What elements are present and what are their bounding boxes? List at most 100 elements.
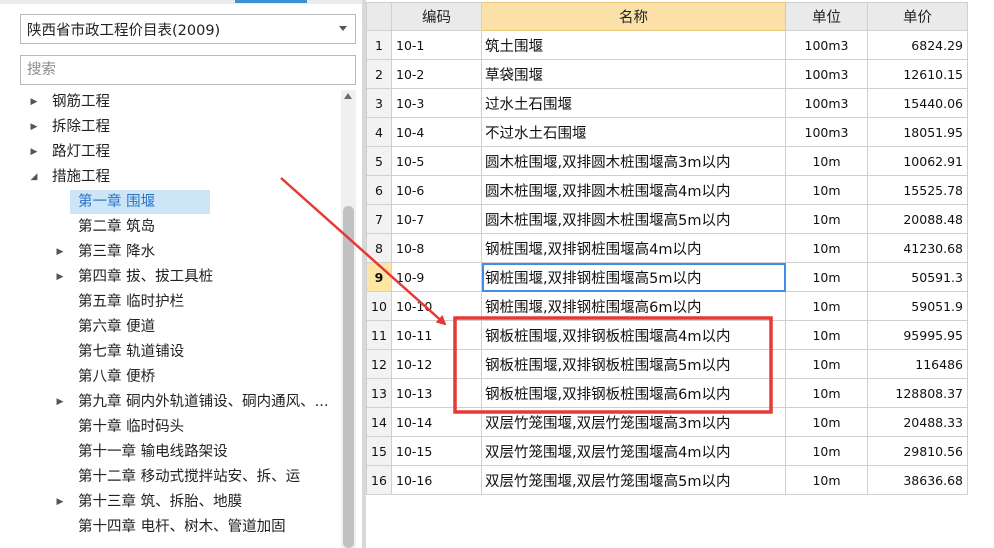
- code-cell[interactable]: 10-1: [391, 30, 482, 60]
- price-cell[interactable]: 95995.95: [867, 320, 968, 350]
- name-cell[interactable]: 钢桩围堰,双排钢桩围堰高4m以内: [481, 233, 786, 263]
- tree-item[interactable]: ▶ 拆除工程: [20, 115, 340, 139]
- header-unit[interactable]: 单位: [785, 2, 868, 31]
- code-cell[interactable]: 10-4: [391, 117, 482, 147]
- code-cell[interactable]: 10-14: [391, 407, 482, 437]
- unit-cell[interactable]: 10m: [785, 436, 868, 466]
- chevron-down-icon[interactable]: [339, 26, 347, 31]
- row-number-cell[interactable]: 9: [366, 262, 392, 292]
- unit-cell[interactable]: 10m: [785, 291, 868, 321]
- tree-item[interactable]: ◢ 措施工程: [20, 165, 340, 189]
- code-cell[interactable]: 10-9: [391, 262, 482, 292]
- table-row[interactable]: 9 10-9 钢桩围堰,双排钢桩围堰高5m以内 10m 50591.3: [366, 262, 968, 292]
- tree-item[interactable]: 第五章 临时护栏: [20, 290, 340, 314]
- table-row[interactable]: 10 10-10 钢桩围堰,双排钢桩围堰高6m以内 10m 59051.9: [366, 291, 968, 321]
- header-code[interactable]: 编码: [391, 2, 482, 31]
- table-row[interactable]: 15 10-15 双层竹笼围堰,双层竹笼围堰高4m以内 10m 29810.56: [366, 436, 968, 466]
- table-row[interactable]: 3 10-3 过水土石围堰 100m3 15440.06: [366, 88, 968, 118]
- code-cell[interactable]: 10-6: [391, 175, 482, 205]
- row-number-cell[interactable]: 11: [366, 320, 392, 350]
- unit-cell[interactable]: 10m: [785, 175, 868, 205]
- row-number-cell[interactable]: 4: [366, 117, 392, 147]
- name-cell[interactable]: 过水土石围堰: [481, 88, 786, 118]
- code-cell[interactable]: 10-5: [391, 146, 482, 176]
- name-cell[interactable]: 圆木桩围堰,双排圆木桩围堰高4m以内: [481, 175, 786, 205]
- row-number-cell[interactable]: 1: [366, 30, 392, 60]
- table-row[interactable]: 13 10-13 钢板桩围堰,双排钢板桩围堰高6m以内 10m 128808.37: [366, 378, 968, 408]
- table-row[interactable]: 8 10-8 钢桩围堰,双排钢桩围堰高4m以内 10m 41230.68: [366, 233, 968, 263]
- tree-item[interactable]: 第八章 便桥: [20, 365, 340, 389]
- name-cell[interactable]: 钢板桩围堰,双排钢板桩围堰高6m以内: [481, 378, 786, 408]
- price-cell[interactable]: 38636.68: [867, 465, 968, 495]
- tree-item[interactable]: 第一章 围堰: [70, 190, 210, 214]
- price-cell[interactable]: 12610.15: [867, 59, 968, 89]
- table-row[interactable]: 7 10-7 圆木桩围堰,双排圆木桩围堰高5m以内 10m 20088.48: [366, 204, 968, 234]
- code-cell[interactable]: 10-8: [391, 233, 482, 263]
- price-cell[interactable]: 128808.37: [867, 378, 968, 408]
- tree-item[interactable]: ▶ 第十三章 筑、拆胎、地膜: [20, 490, 340, 514]
- unit-cell[interactable]: 100m3: [785, 117, 868, 147]
- unit-cell[interactable]: 100m3: [785, 59, 868, 89]
- price-cell[interactable]: 116486: [867, 349, 968, 379]
- price-cell[interactable]: 20488.33: [867, 407, 968, 437]
- code-cell[interactable]: 10-10: [391, 291, 482, 321]
- row-number-cell[interactable]: 12: [366, 349, 392, 379]
- row-number-cell[interactable]: 16: [366, 465, 392, 495]
- price-cell[interactable]: 15525.78: [867, 175, 968, 205]
- unit-cell[interactable]: 10m: [785, 407, 868, 437]
- code-cell[interactable]: 10-13: [391, 378, 482, 408]
- tree-collapse-icon[interactable]: ◢: [28, 165, 40, 189]
- price-cell[interactable]: 50591.3: [867, 262, 968, 292]
- row-number-cell[interactable]: 5: [366, 146, 392, 176]
- scrollbar-thumb[interactable]: [343, 206, 354, 548]
- tree-item[interactable]: ▶ 路灯工程: [20, 140, 340, 164]
- table-row[interactable]: 14 10-14 双层竹笼围堰,双层竹笼围堰高3m以内 10m 20488.33: [366, 407, 968, 437]
- price-library-select[interactable]: 陕西省市政工程价目表(2009): [20, 14, 356, 44]
- name-cell[interactable]: 双层竹笼围堰,双层竹笼围堰高5m以内: [481, 465, 786, 495]
- unit-cell[interactable]: 10m: [785, 146, 868, 176]
- table-row[interactable]: 11 10-11 钢板桩围堰,双排钢板桩围堰高4m以内 10m 95995.95: [366, 320, 968, 350]
- tree-item[interactable]: 第十二章 移动式搅拌站安、拆、运: [20, 465, 340, 489]
- unit-cell[interactable]: 10m: [785, 320, 868, 350]
- name-cell[interactable]: 双层竹笼围堰,双层竹笼围堰高3m以内: [481, 407, 786, 437]
- tree-scrollbar[interactable]: [341, 90, 356, 548]
- code-cell[interactable]: 10-15: [391, 436, 482, 466]
- row-number-cell[interactable]: 15: [366, 436, 392, 466]
- name-cell[interactable]: 钢板桩围堰,双排钢板桩围堰高4m以内: [481, 320, 786, 350]
- tree-item[interactable]: ▶ 第四章 拔、拔工具桩: [20, 265, 340, 289]
- code-cell[interactable]: 10-7: [391, 204, 482, 234]
- header-name[interactable]: 名称: [481, 2, 786, 31]
- name-cell[interactable]: 钢桩围堰,双排钢桩围堰高6m以内: [481, 291, 786, 321]
- row-number-cell[interactable]: 3: [366, 88, 392, 118]
- row-number-cell[interactable]: 6: [366, 175, 392, 205]
- unit-cell[interactable]: 10m: [785, 204, 868, 234]
- tree-item[interactable]: 第十四章 电杆、树木、管道加固: [20, 515, 340, 539]
- row-number-cell[interactable]: 2: [366, 59, 392, 89]
- name-cell[interactable]: 双层竹笼围堰,双层竹笼围堰高4m以内: [481, 436, 786, 466]
- row-number-cell[interactable]: 8: [366, 233, 392, 263]
- row-number-cell[interactable]: 10: [366, 291, 392, 321]
- price-cell[interactable]: 10062.91: [867, 146, 968, 176]
- table-row[interactable]: 1 10-1 筑土围堰 100m3 6824.29: [366, 30, 968, 60]
- code-cell[interactable]: 10-16: [391, 465, 482, 495]
- tree-item[interactable]: 第十章 临时码头: [20, 415, 340, 439]
- tree-item[interactable]: 第二章 筑岛: [20, 215, 340, 239]
- price-cell[interactable]: 29810.56: [867, 436, 968, 466]
- unit-cell[interactable]: 100m3: [785, 88, 868, 118]
- active-tab-indicator[interactable]: [235, 0, 307, 3]
- tree-item[interactable]: ▶ 第九章 硐内外轨道铺设、硐内通风、...: [20, 390, 340, 414]
- row-number-cell[interactable]: 14: [366, 407, 392, 437]
- tree-expand-icon[interactable]: ▶: [54, 390, 66, 414]
- header-price[interactable]: 单价: [867, 2, 968, 31]
- unit-cell[interactable]: 10m: [785, 262, 868, 292]
- unit-cell[interactable]: 10m: [785, 378, 868, 408]
- tree-item[interactable]: 第七章 轨道铺设: [20, 340, 340, 364]
- row-number-cell[interactable]: 13: [366, 378, 392, 408]
- unit-cell[interactable]: 10m: [785, 349, 868, 379]
- row-number-cell[interactable]: 7: [366, 204, 392, 234]
- table-row[interactable]: 5 10-5 圆木桩围堰,双排圆木桩围堰高3m以内 10m 10062.91: [366, 146, 968, 176]
- table-row[interactable]: 6 10-6 圆木桩围堰,双排圆木桩围堰高4m以内 10m 15525.78: [366, 175, 968, 205]
- name-cell[interactable]: 不过水土石围堰: [481, 117, 786, 147]
- code-cell[interactable]: 10-12: [391, 349, 482, 379]
- code-cell[interactable]: 10-11: [391, 320, 482, 350]
